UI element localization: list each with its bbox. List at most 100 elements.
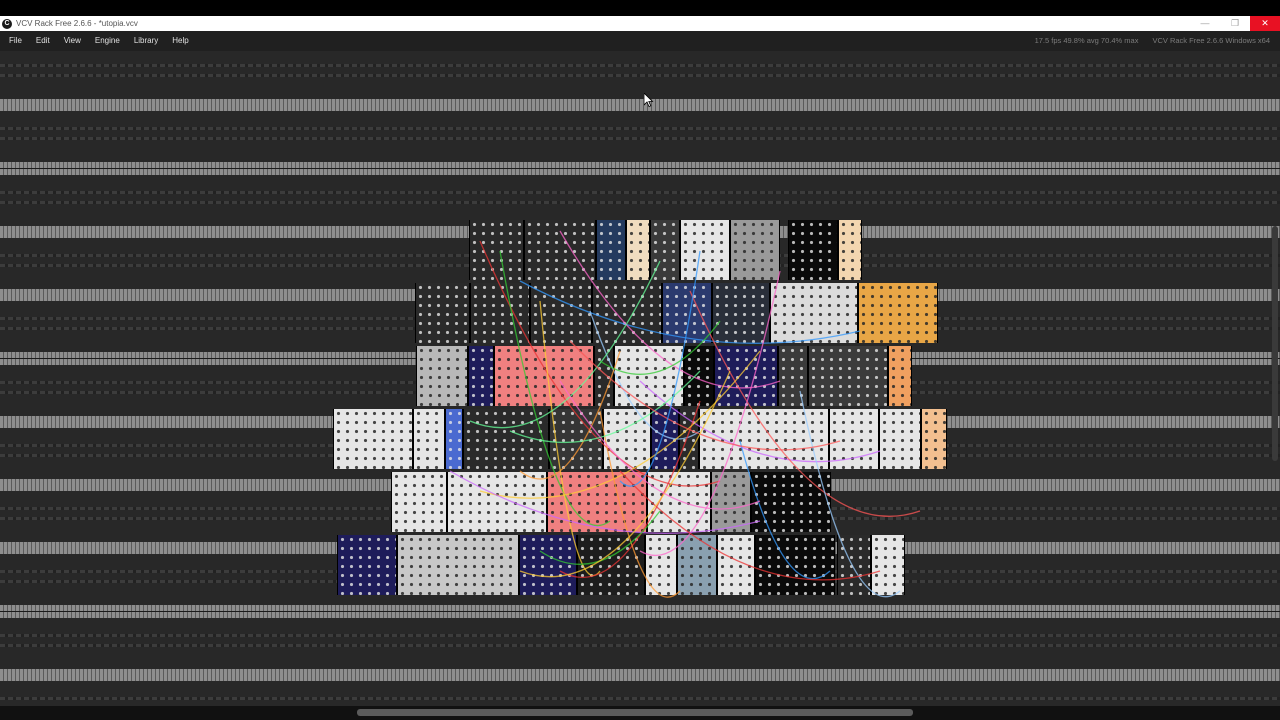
rack-module[interactable] <box>837 535 871 595</box>
rack-module[interactable] <box>468 346 494 406</box>
rack-module[interactable] <box>547 472 647 532</box>
rack-module[interactable] <box>712 283 770 343</box>
module-controls <box>334 409 412 469</box>
rack-module[interactable] <box>447 472 547 532</box>
rack-module[interactable] <box>647 472 711 532</box>
menu-file[interactable]: File <box>0 31 29 51</box>
menu-edit[interactable]: Edit <box>29 31 57 51</box>
rack-module[interactable] <box>679 409 699 469</box>
module-controls <box>392 472 446 532</box>
rack-module[interactable] <box>626 220 650 280</box>
module-controls <box>495 346 593 406</box>
cpu-avg-readout: 49.8% avg <box>1063 36 1099 45</box>
module-controls <box>548 472 646 532</box>
rack-module[interactable] <box>596 220 626 280</box>
rack-module[interactable] <box>888 346 912 406</box>
rack-module[interactable] <box>337 535 397 595</box>
rack-module[interactable] <box>871 535 905 595</box>
rack-module[interactable] <box>391 472 447 532</box>
rack-module[interactable] <box>838 220 862 280</box>
module-controls <box>859 283 937 343</box>
menu-engine[interactable]: Engine <box>88 31 127 51</box>
module-controls <box>652 409 678 469</box>
rack-module[interactable] <box>662 283 712 343</box>
module-controls <box>469 346 493 406</box>
module-controls <box>520 535 576 595</box>
module-controls <box>731 220 779 280</box>
rack-module[interactable] <box>677 535 717 595</box>
horizontal-scrollbar[interactable] <box>357 709 913 716</box>
module-controls <box>880 409 920 469</box>
rack-module[interactable] <box>711 472 751 532</box>
rack-workspace[interactable] <box>0 51 1280 706</box>
rack-module[interactable] <box>413 409 445 469</box>
engine-status: 17.5 fps 49.8% avg 70.4% max VCV Rack Fr… <box>1035 31 1270 51</box>
close-button[interactable]: ✕ <box>1250 16 1280 31</box>
module-controls <box>615 346 683 406</box>
rack-module[interactable] <box>699 409 829 469</box>
rack-module[interactable] <box>778 346 808 406</box>
rack-module[interactable] <box>603 409 651 469</box>
module-controls <box>752 472 830 532</box>
rack-module[interactable] <box>445 409 463 469</box>
rack-module[interactable] <box>519 535 577 595</box>
module-controls <box>648 472 710 532</box>
mouse-cursor-icon <box>644 93 654 107</box>
rack-module[interactable] <box>645 535 677 595</box>
rack-module[interactable] <box>549 409 603 469</box>
rack-module[interactable] <box>755 535 835 595</box>
rack-module[interactable] <box>808 346 888 406</box>
module-controls <box>417 346 467 406</box>
minimize-button[interactable]: — <box>1190 16 1220 31</box>
rack-module[interactable] <box>524 220 596 280</box>
rack-module[interactable] <box>592 283 662 343</box>
module-controls <box>550 409 602 469</box>
rack-module[interactable] <box>680 220 730 280</box>
cpu-max-readout: 70.4% max <box>1100 36 1139 45</box>
rack-module[interactable] <box>594 346 614 406</box>
rack-module[interactable] <box>650 220 680 280</box>
rack-module[interactable] <box>921 409 947 469</box>
module-controls <box>839 220 861 280</box>
rack-module[interactable] <box>470 283 530 343</box>
rack-module[interactable] <box>397 535 519 595</box>
rack-module[interactable] <box>651 409 679 469</box>
rack-module[interactable] <box>577 535 645 595</box>
version-label: VCV Rack Free 2.6.6 Windows x64 <box>1152 36 1270 45</box>
restore-button[interactable]: ❐ <box>1220 16 1250 31</box>
module-controls <box>446 409 462 469</box>
rack-module[interactable] <box>469 220 524 280</box>
rack-module[interactable] <box>415 283 470 343</box>
rack-module[interactable] <box>879 409 921 469</box>
rack-module[interactable] <box>530 283 592 343</box>
module-controls <box>595 346 613 406</box>
rack-module[interactable] <box>829 409 879 469</box>
fps-readout: 17.5 fps <box>1034 36 1062 45</box>
module-controls <box>531 283 591 343</box>
rack-module[interactable] <box>614 346 684 406</box>
horizontal-scroll-track <box>0 706 1280 720</box>
menu-help[interactable]: Help <box>165 31 195 51</box>
menu-view[interactable]: View <box>57 31 88 51</box>
rack-module[interactable] <box>751 472 831 532</box>
rack-module[interactable] <box>494 346 594 406</box>
rack-module[interactable] <box>684 346 714 406</box>
rack-module[interactable] <box>714 346 778 406</box>
module-controls <box>681 220 729 280</box>
rack-module[interactable] <box>788 220 838 280</box>
rack-module[interactable] <box>717 535 755 595</box>
rack-module[interactable] <box>858 283 938 343</box>
module-controls <box>771 283 857 343</box>
module-controls <box>756 535 834 595</box>
rack-module[interactable] <box>730 220 780 280</box>
title-bar: C VCV Rack Free 2.6.6 - *utopia.vcv — ❐ … <box>0 16 1280 31</box>
module-controls <box>593 283 661 343</box>
rack-module[interactable] <box>416 346 468 406</box>
window-title: VCV Rack Free 2.6.6 - *utopia.vcv <box>16 19 138 28</box>
module-controls <box>715 346 777 406</box>
menu-library[interactable]: Library <box>127 31 165 51</box>
rack-module[interactable] <box>770 283 858 343</box>
rack-module[interactable] <box>463 409 549 469</box>
vertical-scrollbar[interactable] <box>1272 226 1278 461</box>
rack-module[interactable] <box>333 409 413 469</box>
